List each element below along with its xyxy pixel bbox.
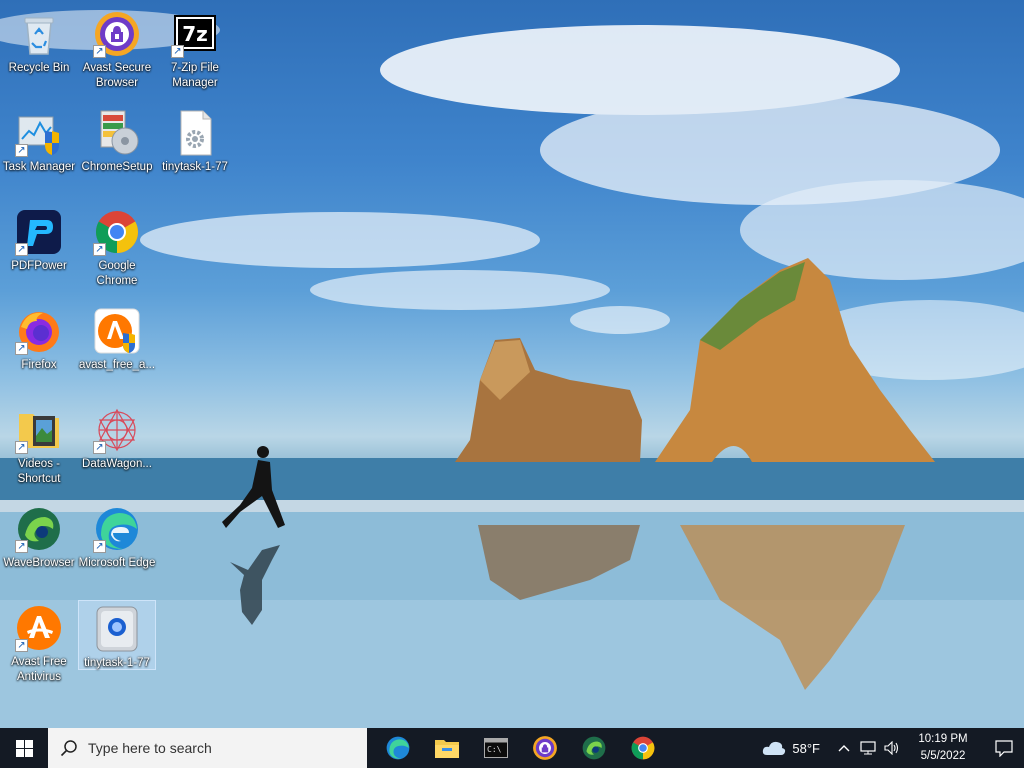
taskbar: Type here to search C:\ 58°F 10:19 PM 5/…: [0, 728, 1024, 768]
desktop-icon-videos-shortcut[interactable]: ↗ Videos - Shortcut: [0, 402, 78, 494]
recycle-bin-icon: [15, 10, 63, 58]
settings-file-icon: [171, 109, 219, 157]
tinytask-app-icon: [93, 605, 141, 653]
chrome-icon: ↗: [93, 208, 141, 256]
icon-label: Firefox: [21, 359, 57, 371]
desktop-icon-avast-free-installer[interactable]: avast_free_a...: [78, 303, 156, 395]
show-hidden-icons-button[interactable]: [832, 728, 856, 768]
network-button[interactable]: [856, 728, 880, 768]
desktop[interactable]: Recycle Bin ↗ Task Manager ↗ PDFPower ↗ …: [0, 0, 1024, 728]
icon-label: Task Manager: [2, 161, 76, 173]
avast-antivirus-icon: ↗: [15, 604, 63, 652]
icon-label: 7-Zip File Manager: [171, 62, 219, 89]
weather-widget[interactable]: 58°F: [762, 740, 820, 756]
avast-secure-browser-icon: ↗: [93, 10, 141, 58]
start-button[interactable]: [0, 728, 48, 768]
desktop-icon-datawagon[interactable]: ↗ DataWagon...: [78, 402, 156, 494]
shortcut-arrow-icon: ↗: [15, 540, 28, 553]
desktop-icon-firefox[interactable]: ↗ Firefox: [0, 303, 78, 395]
shortcut-arrow-icon: ↗: [93, 540, 106, 553]
desktop-icon-7zip[interactable]: 7z ↗ 7-Zip File Manager: [156, 6, 234, 98]
wavebrowser-icon: ↗: [15, 505, 63, 553]
icon-label: DataWagon...: [82, 458, 152, 470]
icon-label: Avast Secure Browser: [82, 62, 152, 89]
pdfpower-icon: ↗: [15, 208, 63, 256]
desktop-icon-google-chrome[interactable]: ↗ Google Chrome: [78, 204, 156, 296]
svg-text:C:\: C:\: [487, 745, 502, 754]
task-manager-icon: ↗: [15, 109, 63, 157]
videos-folder-icon: ↗: [15, 406, 63, 454]
icon-label: ChromeSetup: [81, 161, 153, 173]
desktop-icon-tinytask-file[interactable]: tinytask-1-77: [156, 105, 234, 197]
notification-icon: [995, 739, 1013, 757]
avast-installer-icon: [93, 307, 141, 355]
icon-label: tinytask-1-77: [84, 657, 150, 669]
shortcut-arrow-icon: ↗: [15, 144, 28, 157]
icon-label: PDFPower: [11, 260, 67, 272]
taskbar-chrome[interactable]: [618, 728, 667, 768]
shortcut-arrow-icon: ↗: [15, 441, 28, 454]
desktop-icon-recycle-bin[interactable]: Recycle Bin: [0, 6, 78, 98]
desktop-icon-pdfpower[interactable]: ↗ PDFPower: [0, 204, 78, 296]
edge-icon: [386, 736, 409, 760]
desktop-icon-avast-free-antivirus[interactable]: ↗ Avast Free Antivirus: [0, 600, 78, 692]
clock-date: 5/5/2022: [920, 750, 966, 762]
taskbar-pinned-apps: C:\: [373, 728, 667, 768]
notification-center-button[interactable]: [984, 728, 1024, 768]
speaker-icon: [884, 741, 899, 755]
volume-button[interactable]: [880, 728, 904, 768]
desktop-icon-avast-secure-browser[interactable]: ↗ Avast Secure Browser: [78, 6, 156, 98]
7zip-icon: 7z ↗: [171, 10, 219, 58]
wavebrowser-icon: [582, 736, 605, 760]
weather-temperature: 58°F: [792, 740, 820, 756]
desktop-icon-wavebrowser[interactable]: ↗ WaveBrowser: [0, 501, 78, 593]
taskbar-clock[interactable]: 10:19 PM 5/5/2022: [908, 731, 978, 765]
avast-secure-browser-icon: [532, 736, 557, 760]
svg-text:7z: 7z: [182, 22, 208, 46]
terminal-icon: C:\: [483, 738, 508, 758]
shortcut-arrow-icon: ↗: [93, 441, 106, 454]
icon-label: tinytask-1-77: [162, 161, 228, 173]
datawagon-icon: ↗: [93, 406, 141, 454]
file-explorer-icon: [434, 740, 459, 758]
icon-label: Videos - Shortcut: [17, 458, 61, 485]
chevron-up-icon: [838, 745, 850, 752]
taskbar-wavebrowser[interactable]: [569, 728, 618, 768]
icon-label: WaveBrowser: [3, 557, 75, 569]
desktop-icon-microsoft-edge[interactable]: ↗ Microsoft Edge: [78, 501, 156, 593]
taskbar-search-box[interactable]: Type here to search: [48, 728, 367, 768]
clock-time: 10:19 PM: [918, 733, 968, 745]
firefox-icon: ↗: [15, 307, 63, 355]
icon-label: Recycle Bin: [8, 62, 70, 74]
desktop-icon-chromesetup[interactable]: ChromeSetup: [78, 105, 156, 197]
shortcut-arrow-icon: ↗: [93, 243, 106, 256]
icon-label: Microsoft Edge: [78, 557, 156, 569]
chrome-icon: [631, 736, 654, 760]
network-icon: [860, 741, 876, 755]
taskbar-terminal[interactable]: C:\: [471, 728, 520, 768]
windows-logo-icon: [15, 739, 33, 757]
taskbar-avast-secure-browser[interactable]: [520, 728, 569, 768]
chrome-setup-icon: [93, 109, 141, 157]
shortcut-arrow-icon: ↗: [15, 342, 28, 355]
search-placeholder: Type here to search: [88, 740, 212, 756]
icon-label: avast_free_a...: [78, 359, 156, 371]
shortcut-arrow-icon: ↗: [15, 639, 28, 652]
taskbar-edge[interactable]: [373, 728, 422, 768]
edge-icon: ↗: [93, 505, 141, 553]
shortcut-arrow-icon: ↗: [93, 45, 106, 58]
system-tray: 58°F 10:19 PM 5/5/2022: [762, 728, 1024, 768]
search-icon: [60, 740, 77, 757]
desktop-icon-tinytask-app[interactable]: tinytask-1-77: [78, 600, 156, 670]
shortcut-arrow-icon: ↗: [171, 45, 184, 58]
shortcut-arrow-icon: ↗: [15, 243, 28, 256]
icon-label: Avast Free Antivirus: [11, 656, 67, 683]
desktop-icon-task-manager[interactable]: ↗ Task Manager: [0, 105, 78, 197]
icon-label: Google Chrome: [96, 260, 138, 287]
taskbar-file-explorer[interactable]: [422, 728, 471, 768]
cloud-icon: [763, 741, 786, 755]
